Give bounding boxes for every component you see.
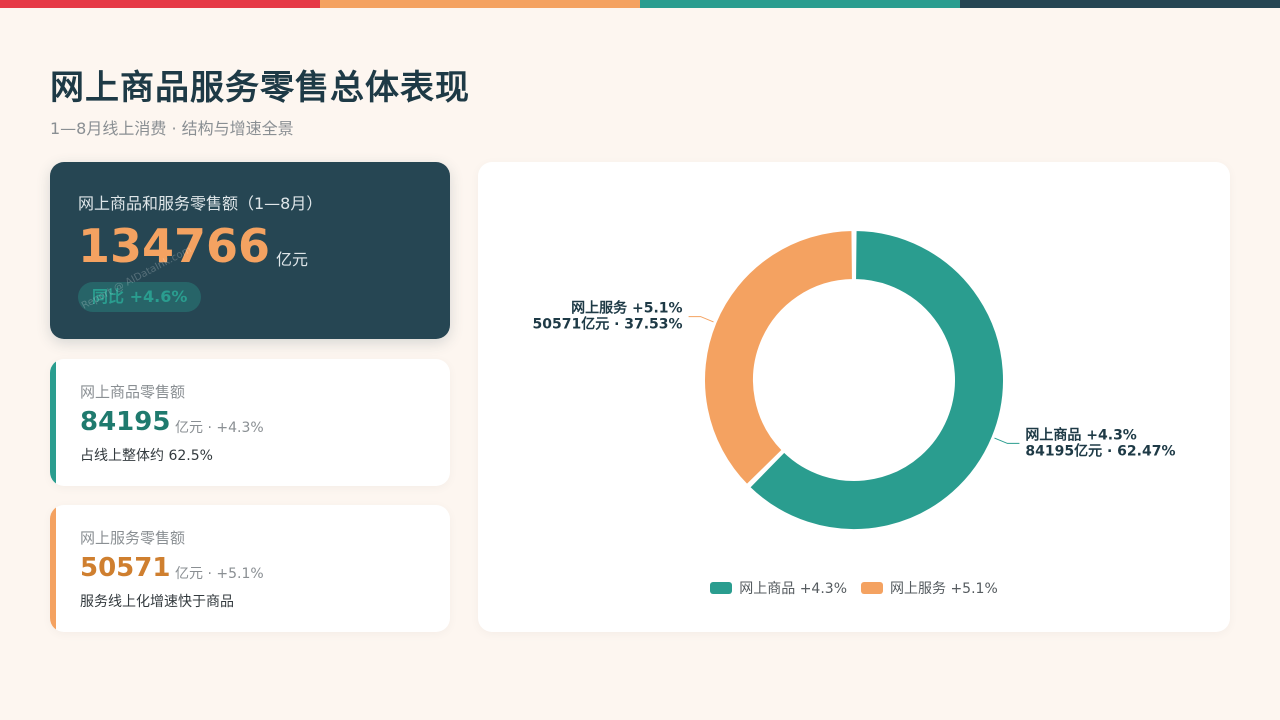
slice-label-services-line1: 网上服务 +5.1% [571, 300, 682, 317]
services-sales-card: 网上服务零售额 50571 亿元 · +5.1% 服务线上化增速快于商品 [50, 505, 450, 632]
donut-chart-panel: 网上商品 +4.3% 84195亿元 · 62.47% 网上服务 +5.1% 5057… [478, 162, 1230, 632]
services-sales-meta: 亿元 · +5.1% [175, 566, 264, 582]
top-bar-segment-red [0, 0, 320, 8]
top-bar-segment-teal [640, 0, 960, 8]
services-sales-note: 服务线上化增速快于商品 [80, 594, 234, 610]
total-sales-card: 网上商品和服务零售额（1—8月） 134766 亿元 同比 +4.6% Repo… [50, 162, 450, 339]
legend-label-services: 网上服务 +5.1% [890, 581, 998, 597]
chart-legend: 网上商品 +4.3% 网上服务 +5.1% [478, 578, 1230, 598]
goods-card-stripe [50, 359, 56, 486]
legend-swatch-goods [710, 582, 733, 594]
leader-line-services [688, 316, 714, 323]
services-card-stripe [50, 505, 56, 632]
total-sales-unit: 亿元 [276, 250, 309, 269]
goods-sales-note: 占线上整体约 62.5% [80, 448, 213, 464]
donut-chart: 网上商品 +4.3%84195亿元 · 62.47% 网上服务 +5.1%5057… [532, 229, 1176, 531]
slice-label-goods-line1: 网上商品 +4.3% [1025, 426, 1136, 443]
slice-label-goods-line2: 84195亿元 · 62.47% [1025, 442, 1175, 459]
page-subtitle: 1—8月线上消费 · 结构与增速全景 [50, 119, 294, 138]
goods-sales-card: 网上商品零售额 84195 亿元 · +4.3% 占线上整体约 62.5% [50, 359, 450, 486]
services-sales-label: 网上服务零售额 [80, 529, 186, 547]
legend-item-services[interactable]: 网上服务 +5.1% [861, 578, 998, 598]
goods-sales-label: 网上商品零售额 [80, 383, 186, 401]
legend-label-goods: 网上商品 +4.3% [739, 581, 847, 597]
top-bar-segment-navy [960, 0, 1280, 8]
goods-sales-value: 84195 [80, 407, 171, 437]
top-bar-segment-orange [320, 0, 640, 8]
legend-item-goods[interactable]: 网上商品 +4.3% [710, 578, 847, 598]
total-sales-value: 134766 [78, 219, 271, 273]
leader-line-goods [994, 437, 1020, 444]
page-title: 网上商品服务零售总体表现 [50, 68, 470, 108]
top-color-bar [0, 0, 1280, 8]
slice-label-services-line2: 50571亿元 · 37.53% [532, 316, 682, 333]
goods-sales-meta: 亿元 · +4.3% [175, 420, 264, 436]
donut-slice-services[interactable] [703, 229, 854, 487]
legend-swatch-services [861, 582, 883, 594]
total-sales-label: 网上商品和服务零售额（1—8月） [78, 194, 323, 213]
services-sales-value: 50571 [80, 553, 171, 583]
